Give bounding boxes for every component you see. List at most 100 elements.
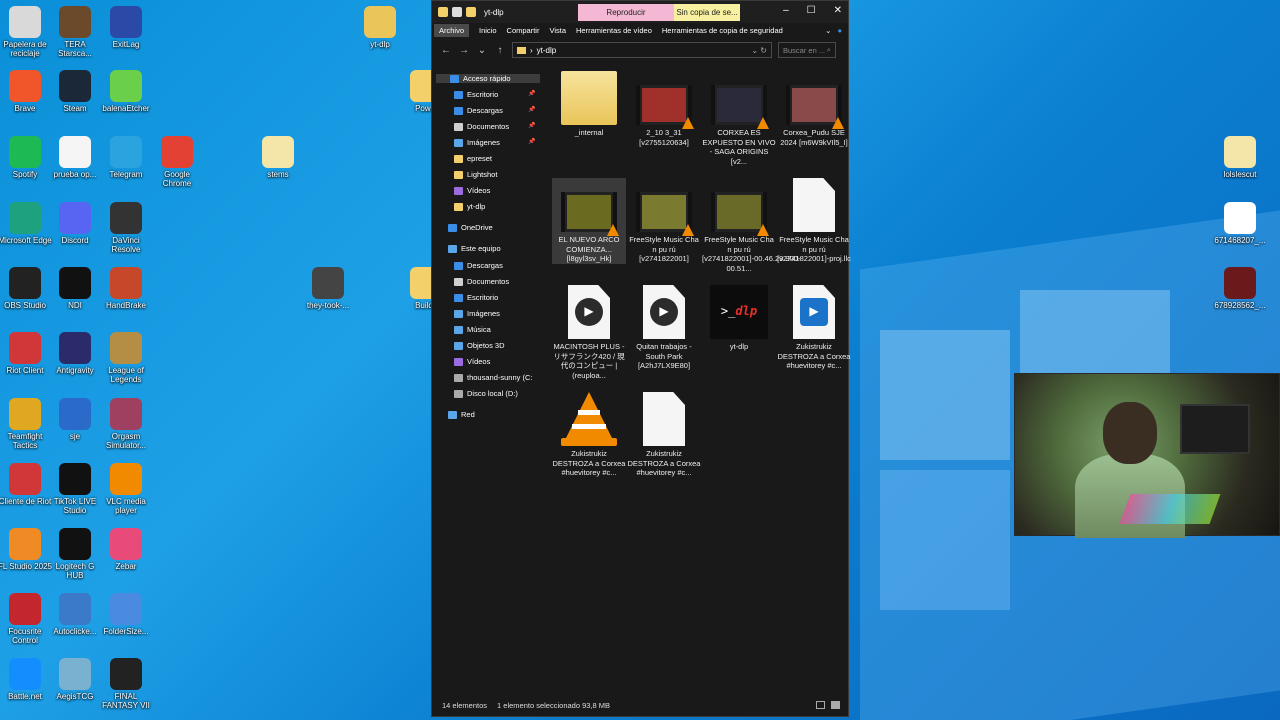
desktop-icon[interactable]: HandBrake bbox=[98, 267, 154, 310]
file-item[interactable]: FreeStyle Music Cha n pu rú [v2741822001… bbox=[777, 178, 851, 264]
close-button[interactable]: ✕ bbox=[834, 5, 842, 16]
tab-sin-copia[interactable]: Sin copia de se... bbox=[674, 4, 740, 21]
sidebar-item-pc[interactable]: Escritorio bbox=[454, 293, 498, 302]
file-item[interactable]: 2_10 3_31 [v2755120634] bbox=[627, 71, 701, 147]
file-item[interactable]: ▶ Zukistrukiz DESTROZA a Corxea #huevitor… bbox=[777, 285, 851, 371]
desktop-icon[interactable]: Battle.net bbox=[0, 658, 53, 701]
desktop-icon[interactable]: League of Legends bbox=[98, 332, 154, 384]
desktop-icon[interactable]: Steam bbox=[47, 70, 103, 113]
desktop-icon[interactable]: Google Chrome bbox=[149, 136, 205, 188]
address-bar[interactable]: › yt-dlp ⌄ ↻ bbox=[512, 42, 772, 58]
sidebar-item-onedrive[interactable]: OneDrive bbox=[448, 223, 493, 232]
file-item[interactable]: ▶ Quitan trabajos - South Park [A2hJ7LX9E… bbox=[627, 285, 701, 371]
file-item[interactable]: Corxea_Pudu SJE 2024 [m6W9kVIl5_I] bbox=[777, 71, 851, 147]
sidebar-item-acceso-rapido[interactable]: Acceso rápido bbox=[436, 74, 540, 83]
file-item[interactable]: ▶ MACINTOSH PLUS - リサフランク420 / 現代のコンピュー |… bbox=[552, 285, 626, 380]
desktop-icon[interactable]: Cliente de Riot bbox=[0, 463, 53, 506]
sidebar-item-pc[interactable]: Vídeos bbox=[454, 357, 490, 366]
tab-herramientas-copia[interactable]: Herramientas de copia de seguridad bbox=[662, 26, 783, 35]
sidebar-item-quick[interactable]: Descargas bbox=[454, 106, 503, 115]
desktop-icon[interactable]: 678928562_... bbox=[1212, 267, 1268, 310]
desktop-icon[interactable]: Papelera de reciclaje bbox=[0, 6, 53, 58]
desktop-icon[interactable]: DaVinci Resolve bbox=[98, 202, 154, 254]
sidebar-item-quick[interactable]: epreset bbox=[454, 154, 492, 163]
desktop-icon[interactable]: they-took-... bbox=[300, 267, 356, 310]
recent-chevron-icon[interactable]: ⌄ bbox=[476, 45, 488, 56]
file-explorer-window[interactable]: yt-dlp Reproducir Sin copia de se... – ☐… bbox=[431, 0, 851, 717]
maximize-button[interactable]: ☐ bbox=[807, 5, 816, 16]
search-input[interactable]: Buscar en ... ⌕ bbox=[778, 42, 836, 58]
sidebar-item-quick[interactable]: yt-dlp bbox=[454, 202, 485, 211]
desktop-icon[interactable]: Antigravity bbox=[47, 332, 103, 375]
help-icon[interactable]: ● bbox=[837, 26, 842, 35]
sidebar-item-pc[interactable]: Descargas bbox=[454, 261, 503, 270]
desktop-icon[interactable]: lolslescut bbox=[1212, 136, 1268, 179]
desktop-icon[interactable]: OBS Studio bbox=[0, 267, 53, 310]
folder-icon[interactable] bbox=[438, 7, 448, 17]
tab-compartir[interactable]: Compartir bbox=[507, 26, 540, 35]
desktop-icon[interactable]: Spotify bbox=[0, 136, 53, 179]
up-arrow-icon[interactable]: ↑ bbox=[494, 45, 506, 56]
chevron-down-icon[interactable]: ⌄ bbox=[825, 26, 831, 35]
large-icons-view-icon[interactable] bbox=[831, 701, 840, 709]
desktop-icon[interactable]: stems bbox=[250, 136, 306, 179]
file-item[interactable]: Zukistrukiz DESTROZA a Corxea #huevitore… bbox=[627, 392, 701, 478]
desktop-icon[interactable]: Focusrite Control bbox=[0, 593, 53, 645]
sidebar-item-pc[interactable]: thousand-sunny (C: bbox=[454, 373, 532, 382]
desktop-icon[interactable]: Autoclicke... bbox=[47, 593, 103, 636]
desktop-icon[interactable]: Discord bbox=[47, 202, 103, 245]
new-folder-icon[interactable] bbox=[466, 7, 476, 17]
desktop-icon[interactable]: FL Studio 2025 bbox=[0, 528, 53, 571]
desktop-icon[interactable]: Riot Client bbox=[0, 332, 53, 375]
refresh-icon[interactable]: ⌄ ↻ bbox=[751, 46, 767, 55]
desktop-icon[interactable]: Zebar bbox=[98, 528, 154, 571]
sidebar-item-pc[interactable]: Disco local (D:) bbox=[454, 389, 518, 398]
desktop-icon[interactable]: FINAL FANTASY VII bbox=[98, 658, 154, 710]
tab-vista[interactable]: Vista bbox=[549, 26, 566, 35]
file-item[interactable]: FreeStyle Music Cha n pu rú [v2741822001… bbox=[702, 178, 800, 273]
minimize-button[interactable]: – bbox=[783, 5, 789, 16]
sidebar-item-quick[interactable]: Documentos bbox=[454, 122, 509, 131]
file-item[interactable]: >_ dlp yt-dlp bbox=[702, 285, 776, 352]
details-view-icon[interactable] bbox=[816, 701, 825, 709]
sidebar-item-quick[interactable]: Lightshot bbox=[454, 170, 497, 179]
desktop-icon[interactable]: balenaEtcher bbox=[98, 70, 154, 113]
desktop-icon[interactable]: Microsoft Edge bbox=[0, 202, 53, 245]
desktop-icon[interactable]: FolderSize... bbox=[98, 593, 154, 636]
desktop-icon[interactable]: Teamfight Tactics bbox=[0, 398, 53, 450]
tab-reproducir[interactable]: Reproducir bbox=[578, 4, 674, 21]
tab-herramientas-video[interactable]: Herramientas de vídeo bbox=[576, 26, 652, 35]
desktop-icon[interactable]: sje bbox=[47, 398, 103, 441]
desktop-icon[interactable]: Logitech G HUB bbox=[47, 528, 103, 580]
file-item[interactable]: EL NUEVO ARCO COMIENZA... [l8gyl3sv_Hk] bbox=[552, 178, 626, 264]
sidebar-item-quick[interactable]: Imágenes bbox=[454, 138, 500, 147]
tab-archivo[interactable]: Archivo bbox=[434, 23, 470, 37]
sidebar-item-quick[interactable]: Vídeos bbox=[454, 186, 490, 195]
file-item[interactable]: Zukistrukiz DESTROZA a Corxea #huevitore… bbox=[552, 392, 626, 478]
desktop-icon[interactable]: prueba op... bbox=[47, 136, 103, 179]
file-item[interactable]: _internal bbox=[552, 71, 626, 138]
sidebar-item-pc[interactable]: Documentos bbox=[454, 277, 509, 286]
desktop-icon[interactable]: AegisTCG bbox=[47, 658, 103, 701]
desktop-icon[interactable]: 671468207_... bbox=[1212, 202, 1268, 245]
desktop-icon[interactable]: TERA Starsca... bbox=[47, 6, 103, 58]
desktop-icon[interactable]: VLC media player bbox=[98, 463, 154, 515]
desktop-icon[interactable]: yt-dlp bbox=[352, 6, 408, 49]
sidebar-item-red[interactable]: Red bbox=[448, 410, 475, 419]
sidebar-item-pc[interactable]: Objetos 3D bbox=[454, 341, 505, 350]
desktop-icon[interactable]: TikTok LIVE Studio bbox=[47, 463, 103, 515]
file-item[interactable]: CORXEA ES EXPUESTO EN VIVO - SAGA ORIGIN… bbox=[702, 71, 776, 166]
sidebar-item-pc[interactable]: Música bbox=[454, 325, 491, 334]
forward-arrow-icon[interactable]: → bbox=[458, 45, 470, 56]
file-item[interactable]: FreeStyle Music Cha n pu rú [v2741822001… bbox=[627, 178, 701, 264]
sidebar-item-quick[interactable]: Escritorio bbox=[454, 90, 498, 99]
desktop-icon[interactable]: Orgasm Simulator... bbox=[98, 398, 154, 450]
desktop-icon[interactable]: Telegram bbox=[98, 136, 154, 179]
desktop-icon[interactable]: NDI bbox=[47, 267, 103, 310]
sidebar-item-este-equipo[interactable]: Este equipo bbox=[448, 244, 501, 253]
title-bar[interactable]: yt-dlp Reproducir Sin copia de se... – ☐… bbox=[432, 1, 848, 23]
sidebar-item-pc[interactable]: Imágenes bbox=[454, 309, 500, 318]
back-arrow-icon[interactable]: ← bbox=[440, 45, 452, 56]
properties-icon[interactable] bbox=[452, 7, 462, 17]
desktop-icon[interactable]: Brave bbox=[0, 70, 53, 113]
